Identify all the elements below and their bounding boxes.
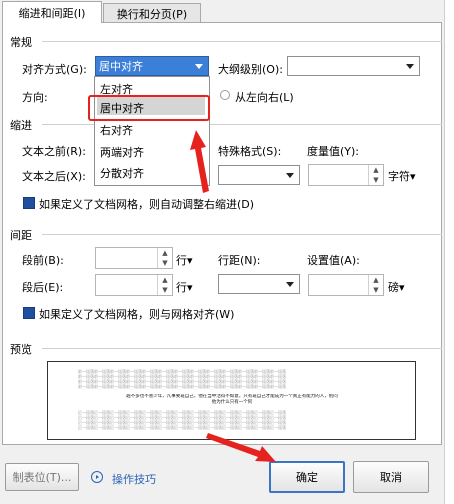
tabstops-button[interactable]: 制表位(T)...	[5, 463, 79, 491]
auto-right-indent-label: 如果定义了文档网格，则自动调整右缩进(D)	[39, 198, 255, 211]
preview-next-line: 后一段落后一段落后一段落后一段落后一段落后一段落后一段落后一段落后一段落后一段落…	[78, 425, 286, 430]
preview-prev-line: 前一段落前一段落前一段落前一段落前一段落前一段落前一段落前一段落前一段落前一段落…	[78, 384, 286, 389]
snap-to-grid-label: 如果定义了文档网格，则与网格对齐(W)	[39, 308, 235, 321]
tab-indent-spacing[interactable]: 缩进和间距(I)	[2, 1, 102, 23]
indent-before-label: 文本之前(R):	[22, 145, 86, 158]
special-format-select[interactable]	[218, 165, 300, 185]
setting-value-input[interactable]: ▲ ▼	[308, 274, 384, 296]
chevron-down-icon	[286, 173, 294, 178]
snap-to-grid-checkbox[interactable]	[23, 307, 35, 319]
tips-link[interactable]: 操作技巧	[112, 471, 156, 487]
spin-up-icon[interactable]: ▲	[369, 165, 383, 175]
tabstops-label: 制表位(T)...	[12, 471, 72, 484]
tab-line-page-breaks-label: 换行和分页(P)	[116, 7, 188, 21]
outline-select[interactable]	[287, 56, 420, 76]
cancel-label: 取消	[380, 471, 402, 484]
spin-up-icon[interactable]: ▲	[158, 275, 172, 285]
indent-after-label: 文本之后(X):	[22, 170, 86, 183]
setting-unit[interactable]: 磅▾	[388, 279, 405, 295]
preview-box: 前一段落前一段落前一段落前一段落前一段落前一段落前一段落前一段落前一段落前一段落…	[47, 361, 416, 440]
ltr-radio[interactable]	[220, 90, 230, 100]
spin-down-icon[interactable]: ▼	[369, 285, 383, 295]
direction-label: 方向:	[22, 91, 48, 104]
window-edge	[444, 0, 454, 504]
preview-main-paragraph: 越不多也不害少年，凡事要靠自己，他在当中活得不如意，只有靠自己才能成为一个真正有…	[78, 394, 386, 406]
section-indent: 缩进	[10, 117, 442, 133]
spin-up-icon[interactable]: ▲	[158, 248, 172, 258]
chevron-down-icon	[406, 64, 414, 69]
cancel-button[interactable]: 取消	[353, 461, 429, 493]
option-justify[interactable]: 两端对齐	[100, 144, 144, 160]
space-before-input[interactable]: ▲ ▼	[95, 247, 173, 269]
line-spacing-select[interactable]	[218, 274, 300, 294]
highlight-box	[88, 95, 210, 121]
space-after-input[interactable]: ▲ ▼	[95, 274, 173, 296]
chevron-down-icon	[195, 64, 203, 69]
measure-label: 度量值(Y):	[307, 145, 360, 158]
section-preview: 预览	[10, 341, 442, 357]
section-general: 常规	[10, 34, 442, 50]
section-spacing: 间距	[10, 227, 442, 243]
measure-input[interactable]: ▲ ▼	[308, 164, 384, 186]
option-distributed[interactable]: 分散对齐	[100, 165, 144, 181]
spin-down-icon[interactable]: ▼	[158, 285, 172, 295]
tab-indent-spacing-label: 缩进和间距(I)	[18, 6, 86, 20]
section-indent-title: 缩进	[10, 119, 32, 132]
section-preview-title: 预览	[10, 343, 32, 356]
spin-up-icon[interactable]: ▲	[369, 275, 383, 285]
ok-label: 确定	[296, 471, 318, 484]
measure-unit[interactable]: 字符▾	[388, 168, 416, 184]
preview-next-paragraph: 后一段落后一段落后一段落后一段落后一段落后一段落后一段落后一段落后一段落后一段落…	[78, 410, 386, 436]
tips-icon[interactable]	[91, 471, 103, 483]
setting-value-label: 设置值(A):	[307, 254, 360, 267]
ok-button[interactable]: 确定	[269, 461, 345, 493]
option-right[interactable]: 右对齐	[100, 122, 133, 138]
alignment-dropdown-list: 左对齐 居中对齐 右对齐 两端对齐 分散对齐	[94, 76, 210, 186]
preview-main-line-2: 他为什么只有一个阿	[211, 400, 253, 405]
ltr-label: 从左向右(L)	[235, 91, 294, 104]
alignment-label: 对齐方式(G):	[22, 63, 87, 76]
outline-label: 大纲级别(O):	[218, 63, 283, 76]
special-format-label: 特殊格式(S):	[218, 145, 282, 158]
section-spacing-title: 间距	[10, 229, 32, 242]
tab-line-page-breaks[interactable]: 换行和分页(P)	[103, 3, 201, 23]
alignment-select[interactable]: 居中对齐	[95, 56, 209, 76]
space-after-label: 段后(E):	[22, 281, 64, 294]
space-before-unit[interactable]: 行▾	[176, 252, 193, 268]
spin-down-icon[interactable]: ▼	[369, 175, 383, 185]
chevron-down-icon	[286, 282, 294, 287]
space-after-unit[interactable]: 行▾	[176, 279, 193, 295]
space-before-label: 段前(B):	[22, 254, 64, 267]
alignment-value: 居中对齐	[99, 60, 143, 73]
spin-down-icon[interactable]: ▼	[158, 258, 172, 268]
preview-prev-paragraph: 前一段落前一段落前一段落前一段落前一段落前一段落前一段落前一段落前一段落前一段落…	[78, 369, 386, 395]
line-spacing-label: 行距(N):	[218, 254, 261, 267]
section-general-title: 常规	[10, 36, 32, 49]
auto-right-indent-checkbox[interactable]	[23, 197, 35, 209]
